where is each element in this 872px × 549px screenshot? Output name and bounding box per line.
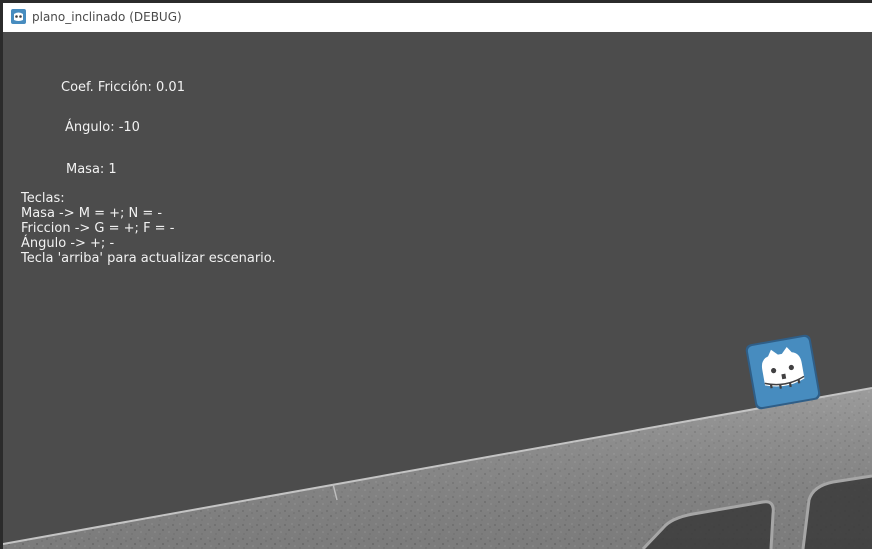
- keys-line-friction: Friccion -> G = +; F = -: [21, 221, 175, 236]
- key-instructions: Teclas: Masa -> M = +; N = - Friccion ->…: [21, 191, 276, 266]
- window-title: plano_inclinado (DEBUG): [32, 10, 182, 24]
- title-bar[interactable]: plano_inclinado (DEBUG): [3, 3, 872, 32]
- keys-line-angle: Ángulo -> +; -: [21, 236, 115, 251]
- scene-canvas: [3, 334, 872, 549]
- godot-block: [745, 334, 821, 410]
- ramp: [3, 387, 872, 549]
- angle-label: Ángulo: -10: [65, 120, 140, 135]
- keys-line-refresh: Tecla 'arriba' para actualizar escenario…: [21, 251, 276, 266]
- godot-icon: [11, 9, 26, 24]
- game-window: plano_inclinado (DEBUG) Coef. Fricción: …: [3, 3, 872, 549]
- friction-label: Coef. Fricción: 0.01: [61, 80, 185, 95]
- keys-heading: Teclas:: [21, 191, 65, 206]
- keys-line-mass: Masa -> M = +; N = -: [21, 206, 163, 221]
- game-viewport[interactable]: Coef. Fricción: 0.01 Ángulo: -10 Masa: 1…: [3, 32, 872, 549]
- mass-label: Masa: 1: [66, 162, 117, 177]
